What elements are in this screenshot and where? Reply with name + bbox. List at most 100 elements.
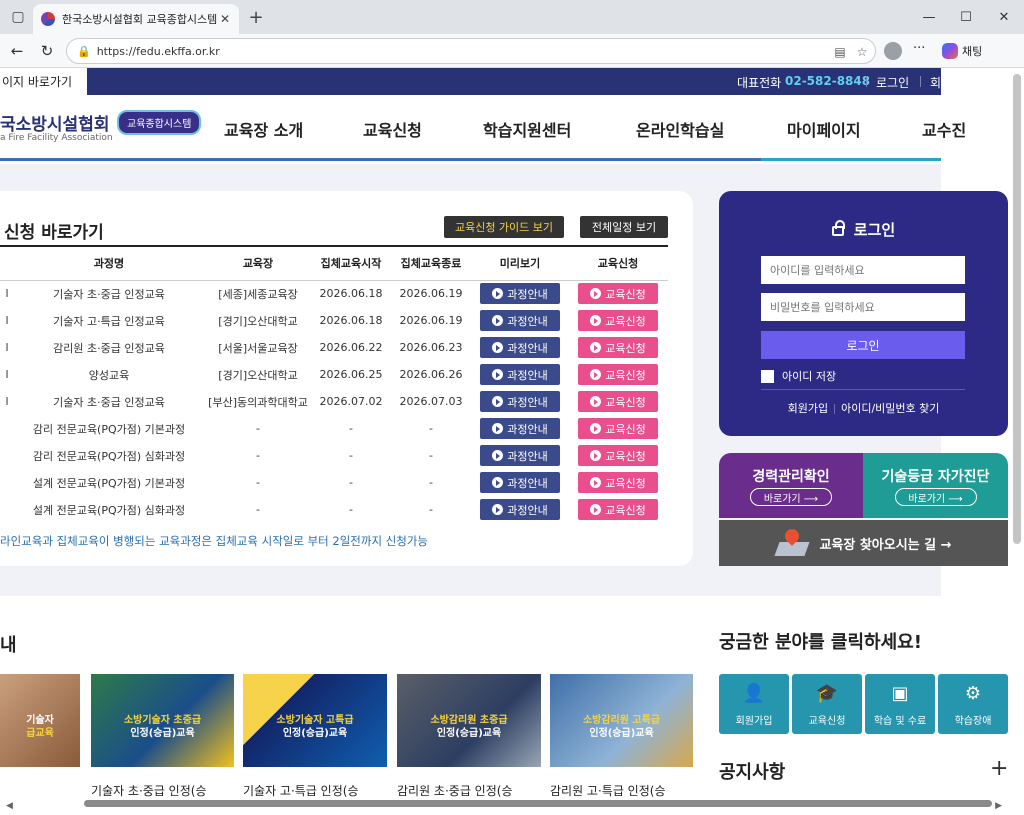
course-info-button[interactable]: 과정안내: [480, 391, 560, 412]
graduation-cap-icon: 🎓: [815, 683, 839, 704]
apply-guide-button[interactable]: 교육신청 가이드 보기: [444, 216, 564, 238]
apply-deadline-notice: 라인교육과 집체교육이 병행되는 교육과정은 집체교육 시작일로 부터 2일전까…: [0, 534, 429, 548]
password-input[interactable]: [761, 293, 965, 321]
course-end-date: -: [429, 503, 433, 516]
table-row: l 기술자 초·중급 인정교육 [세종]세종교육장 2026.06.18 2026.06…: [0, 280, 668, 307]
course-start-date: 2026.07.02: [319, 395, 383, 408]
new-tab-icon[interactable]: +: [244, 5, 268, 29]
user-icon: 👤: [742, 683, 766, 704]
tab-close-icon[interactable]: ✕: [217, 12, 233, 26]
nav-education-center[interactable]: 교육장 소개: [224, 117, 303, 141]
course-name: 기술자 고·특급 인정교육: [53, 314, 165, 328]
video-icon: ▣: [891, 683, 909, 704]
vertical-scrollbar[interactable]: [1013, 74, 1021, 544]
career-check-go[interactable]: 바로가기 ⟶: [750, 488, 832, 506]
col-preview: 미리보기: [472, 245, 568, 281]
grade-self-check-go[interactable]: 바로가기 ⟶: [894, 488, 977, 506]
browser-tab[interactable]: 한국소방시설협회 교육종합시스템 ✕: [33, 4, 239, 34]
quick-trouble-button[interactable]: ⚙ 학습장애: [938, 674, 1008, 734]
top-join-link[interactable]: 회: [930, 74, 941, 91]
login-title: 로그인: [719, 219, 1008, 240]
remember-id[interactable]: 아이디 저장: [761, 368, 836, 384]
course-info-button[interactable]: 과정안내: [480, 364, 560, 385]
course-apply-button[interactable]: 교육신청: [578, 418, 658, 439]
grade-self-check-tile[interactable]: 기술등급 자가진단 바로가기 ⟶: [863, 453, 1008, 518]
course-apply-button[interactable]: 교육신청: [578, 364, 658, 385]
thumbnail-title[interactable]: 감리원 초·중급 인정(승: [397, 782, 513, 799]
nav-apply[interactable]: 교육신청: [363, 117, 422, 141]
nav-faculty[interactable]: 교수진: [922, 117, 966, 141]
course-info-button[interactable]: 과정안내: [480, 310, 560, 331]
site-logo[interactable]: 국소방시설협회: [0, 110, 109, 135]
course-apply-button[interactable]: 교육신청: [578, 445, 658, 466]
notice-more-icon[interactable]: +: [990, 756, 1008, 781]
minimize-icon[interactable]: —: [914, 4, 944, 30]
user-id-input[interactable]: [761, 256, 965, 284]
thumbnail-title[interactable]: 기술자 초·중급 인정(승: [91, 782, 207, 799]
course-start-date: 2026.06.22: [319, 341, 383, 354]
login-title-text: 로그인: [853, 221, 896, 239]
course-thumbnail[interactable]: 소방기술자 초중급 인정(승급)교육: [91, 674, 234, 767]
course-info-button[interactable]: 과정안내: [480, 337, 560, 358]
tab-actions-icon[interactable]: ▢: [6, 5, 30, 29]
address-bar[interactable]: 🔒 https://fedu.ekffa.or.kr ▤ ☆: [66, 38, 876, 64]
join-link[interactable]: 회원가입: [788, 402, 828, 415]
table-row: 설계 전문교육(PQ가점) 기본과정 - - - 과정안내 교육신청: [0, 469, 668, 496]
course-name: 감리 전문교육(PQ가점) 기본과정: [32, 422, 186, 436]
maximize-icon[interactable]: ☐: [951, 4, 981, 30]
course-thumbnail[interactable]: 소방감리원 초중급 인정(승급)교육: [397, 674, 541, 767]
quick-study-button[interactable]: ▣ 학습 및 수료: [865, 674, 935, 734]
back-icon[interactable]: ←: [6, 40, 28, 62]
find-way-button[interactable]: 교육장 찾아오시는 길 →: [719, 520, 1008, 566]
course-apply-button[interactable]: 교육신청: [578, 310, 658, 331]
course-info-button[interactable]: 과정안내: [480, 472, 560, 493]
course-thumbnail[interactable]: 소방감리원 고특급 인정(승급)교육: [550, 674, 693, 767]
course-name: 감리원 초·중급 인정교육: [53, 341, 165, 355]
shortcut-link[interactable]: 이지 바로가기: [0, 68, 87, 95]
course-thumbnail[interactable]: 기술자 급교육: [0, 674, 80, 767]
reader-view-icon[interactable]: ▤: [831, 43, 849, 61]
close-window-icon[interactable]: ✕: [989, 4, 1019, 30]
row-marker: [0, 442, 14, 469]
refresh-icon[interactable]: ↻: [36, 40, 58, 62]
login-button[interactable]: 로그인: [761, 331, 965, 359]
nav-online-class[interactable]: 온라인학습실: [636, 117, 724, 141]
thumbnail-title[interactable]: 감리원 고·특급 인정(승: [550, 782, 666, 799]
quick-join-button[interactable]: 👤 회원가입: [719, 674, 789, 734]
horizontal-scrollbar[interactable]: [84, 800, 992, 807]
thumbnail-title[interactable]: 기술자 고·특급 인정(승: [243, 782, 359, 799]
course-apply-button[interactable]: 교육신청: [578, 391, 658, 412]
quick-apply-button[interactable]: 🎓 교육신청: [792, 674, 862, 734]
top-login-link[interactable]: 로그인: [876, 74, 909, 91]
course-apply-button[interactable]: 교육신청: [578, 283, 658, 305]
map-pin-icon: [775, 528, 809, 558]
course-info-button[interactable]: 과정안내: [480, 283, 560, 305]
course-apply-button[interactable]: 교육신청: [578, 337, 658, 358]
quick-study-label: 학습 및 수료: [873, 716, 927, 727]
play-icon: [492, 504, 504, 515]
profile-avatar[interactable]: [884, 42, 902, 60]
tab-title: 한국소방시설협회 교육종합시스템: [62, 13, 217, 26]
course-info-button[interactable]: 과정안내: [480, 445, 560, 466]
login-links: 회원가입 아이디/비밀번호 찾기: [719, 400, 1008, 416]
favorite-star-icon[interactable]: ☆: [853, 43, 871, 61]
course-apply-button[interactable]: 교육신청: [578, 472, 658, 493]
more-options-icon[interactable]: ···: [913, 41, 925, 56]
course-venue: [경기]오산대학교: [218, 314, 298, 328]
course-apply-button[interactable]: 교육신청: [578, 499, 658, 520]
career-check-tile[interactable]: 경력관리확인 바로가기 ⟶: [719, 453, 863, 518]
copilot-chat-button[interactable]: 채팅: [942, 40, 982, 62]
scroll-left-icon[interactable]: ◀: [6, 801, 13, 811]
nav-learning-support[interactable]: 학습지원센터: [483, 117, 571, 141]
course-info-button[interactable]: 과정안내: [480, 418, 560, 439]
nav-mypage[interactable]: 마이페이지: [787, 117, 861, 141]
row-marker: l: [5, 287, 9, 301]
full-schedule-button[interactable]: 전체일정 보기: [580, 216, 668, 238]
find-account-link[interactable]: 아이디/비밀번호 찾기: [841, 402, 939, 415]
course-info-button[interactable]: 과정안내: [480, 499, 560, 520]
play-icon: [492, 369, 504, 380]
course-thumbnail[interactable]: 소방기술자 고특급 인정(승급)교육: [243, 674, 387, 767]
scroll-right-icon[interactable]: ▶: [995, 801, 1002, 811]
phone-number: 02-582-8848: [785, 74, 871, 88]
remember-id-checkbox[interactable]: [761, 369, 774, 383]
